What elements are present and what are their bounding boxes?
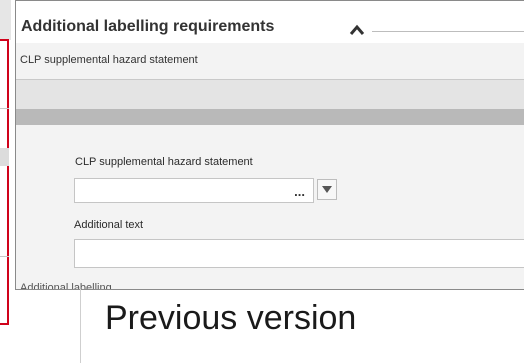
previous-panel-divider-bottom	[0, 256, 9, 257]
previous-panel-band	[0, 148, 9, 166]
section-subheading: CLP supplemental hazard statement	[20, 54, 198, 66]
highlight-frame	[0, 39, 9, 325]
version-caption: Previous version	[105, 299, 357, 337]
title-divider	[372, 31, 524, 32]
caret-down-icon	[322, 186, 332, 193]
repeatable-block-header	[16, 79, 524, 109]
repeatable-block-band	[16, 109, 524, 125]
previous-panel-edge	[0, 0, 11, 363]
ellipsis-icon[interactable]: ...	[294, 184, 305, 199]
vertical-divider	[80, 289, 81, 363]
next-section-label: Additional labelling	[20, 282, 112, 290]
panel-title: Additional labelling requirements	[21, 18, 275, 35]
clp-statement-dropdown-button[interactable]	[317, 179, 337, 200]
panel-header: Additional labelling requirements	[16, 1, 524, 43]
clp-statement-select[interactable]: ...	[74, 178, 314, 203]
additional-labelling-panel: Additional labelling requirements CLP su…	[15, 0, 524, 290]
previous-panel-header	[0, 0, 11, 40]
clp-statement-label: CLP supplemental hazard statement	[75, 156, 253, 168]
chevron-up-icon[interactable]	[349, 23, 365, 35]
previous-panel-divider	[0, 108, 9, 109]
additional-text-label: Additional text	[74, 219, 144, 231]
additional-text-input[interactable]	[74, 239, 524, 268]
